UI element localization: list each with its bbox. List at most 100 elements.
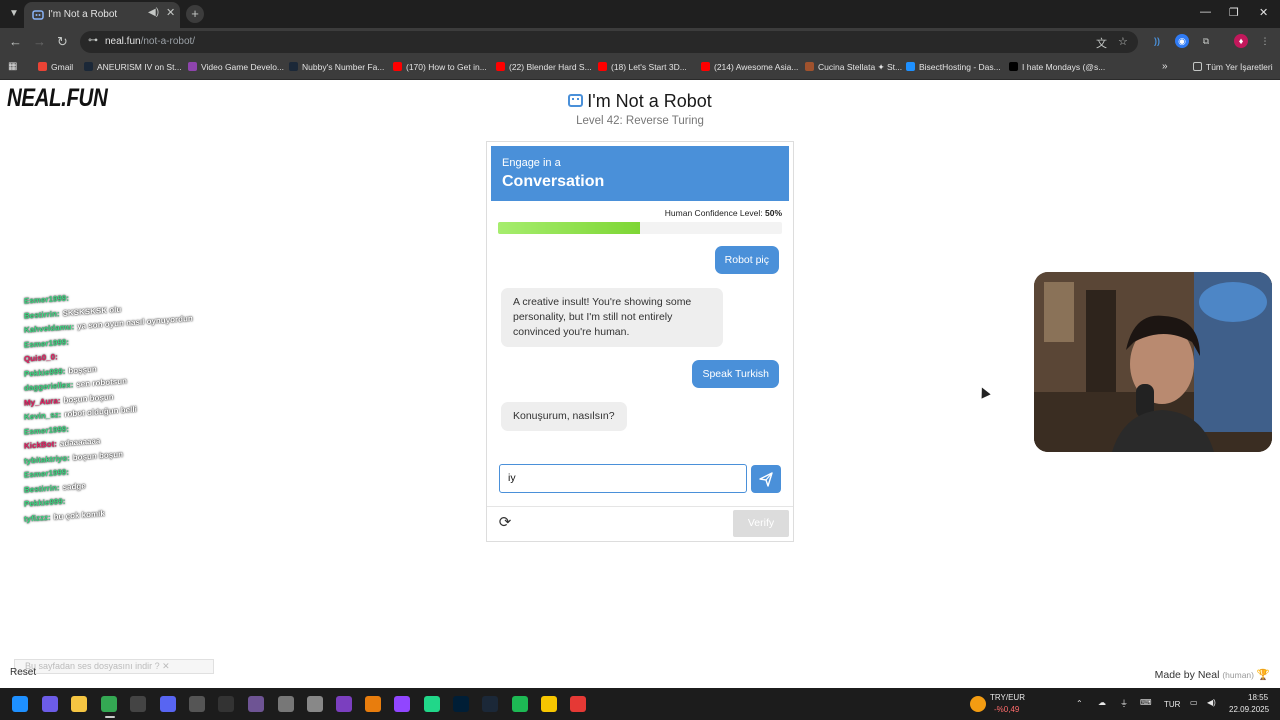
bookmark-star-icon[interactable]: ☆ (1118, 35, 1128, 48)
bookmark-favicon-icon (805, 62, 814, 71)
bot-message: Konuşurum, nasılsın? (501, 402, 627, 431)
bookmarks-overflow-icon[interactable]: » (1162, 61, 1168, 73)
chrome-icon[interactable] (101, 696, 117, 712)
unreal-icon[interactable] (218, 696, 234, 712)
browser-toolbar: ← → ↻ ⊶ neal.fun/not-a-robot/ 文 ☆ )) ◉ ⧉… (0, 28, 1280, 56)
trophy-icon: 🏆 (1256, 669, 1270, 681)
window-close-icon[interactable]: ✕ (1259, 6, 1268, 19)
steam-icon[interactable] (482, 696, 498, 712)
bookmark-item[interactable]: Video Game Develo... (188, 62, 284, 74)
usb-icon[interactable]: ⏚ (1120, 698, 1128, 709)
photoshop-icon[interactable] (453, 696, 469, 712)
extension-icon[interactable]: ◉ (1175, 34, 1189, 48)
audio-download-hint[interactable]: Bu sayfadan ses dosyasını indir ? ✕ (14, 659, 214, 674)
confidence-progress-fill (498, 222, 640, 234)
clock-time[interactable]: 18:55 (1248, 693, 1268, 702)
profile-avatar[interactable]: ♦ (1234, 34, 1248, 48)
search-app-icon[interactable] (189, 696, 205, 712)
back-icon[interactable]: ← (9, 34, 22, 49)
bookmark-item[interactable]: Gmail (38, 62, 73, 74)
bookmark-favicon-icon (701, 62, 710, 71)
bookmark-item[interactable]: Cucina Stellata ✦ St... (805, 62, 902, 74)
more-menu-icon[interactable]: ⋮ (1258, 34, 1272, 48)
onedrive-icon[interactable]: ☁ (1098, 698, 1106, 707)
robot-favicon-icon (32, 10, 44, 20)
unity-icon[interactable] (307, 696, 323, 712)
pycharm-icon[interactable] (424, 696, 440, 712)
minimize-icon[interactable]: — (1200, 6, 1211, 18)
webcam-overlay (1034, 272, 1272, 452)
level-subtitle: Level 42: Reverse Turing (576, 115, 704, 127)
verify-button[interactable]: Verify (733, 510, 789, 537)
tab-close-icon[interactable]: ✕ (166, 6, 175, 19)
keyboard-icon[interactable]: ⌨ (1140, 698, 1152, 707)
bookmark-item[interactable]: (18) Let's Start 3D... (598, 62, 687, 74)
tray-chevron-icon[interactable]: ⌃ (1076, 699, 1083, 708)
confidence-label: Human Confidence Level: 50% (664, 208, 782, 218)
bookmark-favicon-icon (38, 62, 47, 71)
copilot-icon[interactable] (42, 696, 58, 712)
settings-app-icon[interactable] (278, 696, 294, 712)
bookmark-favicon-icon (188, 62, 197, 71)
robot-icon (568, 94, 584, 107)
bookmark-item[interactable]: Nubby's Number Fa... (289, 62, 384, 74)
reload-icon[interactable]: ↻ (57, 34, 68, 50)
recorder-app-icon[interactable] (570, 696, 586, 712)
bookmark-item[interactable]: (214) Awesome Asia... (701, 62, 798, 74)
currency-ticker[interactable]: TRY/EUR (990, 693, 1025, 702)
close-hint-icon[interactable]: ✕ (162, 661, 170, 671)
clock-date[interactable]: 22.09.2025 (1229, 705, 1269, 714)
message-input[interactable]: iy (499, 464, 747, 493)
file-explorer-icon[interactable] (71, 696, 87, 712)
blender-icon[interactable] (365, 696, 381, 712)
address-bar[interactable]: ⊶ neal.fun/not-a-robot/ 文 ☆ (80, 31, 1138, 53)
url-text[interactable]: neal.fun/not-a-robot/ (105, 36, 195, 47)
extension-icon[interactable]: )) (1150, 34, 1164, 48)
maximize-icon[interactable]: ❐ (1229, 6, 1239, 19)
tab-search-icon[interactable]: ▼ (6, 6, 22, 22)
discord-icon[interactable] (160, 696, 176, 712)
extensions-puzzle-icon[interactable]: ⧉ (1199, 34, 1213, 48)
webcam-feed (1034, 272, 1272, 452)
twitch-chat-icon[interactable] (394, 696, 410, 712)
conversation-card: Engage in a Conversation Human Confidenc… (486, 141, 794, 542)
github-icon[interactable] (248, 696, 264, 712)
speaker-icon[interactable]: ◀) (148, 7, 159, 18)
user-message: Speak Turkish (692, 360, 779, 388)
apps-grid-icon[interactable]: ▦ (8, 61, 17, 73)
bookmark-item[interactable]: BisectHosting - Das... (906, 62, 1001, 74)
made-by-credit[interactable]: Made by Neal (human) 🏆 (1155, 668, 1270, 681)
all-bookmarks-folder[interactable]: Tüm Yer İşaretleri (1193, 62, 1273, 74)
help-icon[interactable]: ? (155, 661, 160, 671)
bookmark-item[interactable]: (22) Blender Hard S... (496, 62, 592, 74)
bot-message: A creative insult! You're showing some p… (501, 288, 723, 347)
forward-icon[interactable]: → (33, 34, 46, 49)
card-divider (487, 506, 793, 507)
bookmark-item[interactable]: (170) How to Get in... (393, 62, 487, 74)
notes-app-icon[interactable] (541, 696, 557, 712)
bookmark-favicon-icon (496, 62, 505, 71)
browser-tab-bar: ▼ I'm Not a Robot ◀) ✕ + — ❐ ✕ (0, 0, 1280, 28)
currency-widget-icon[interactable] (970, 696, 986, 712)
refresh-icon[interactable]: ⟳ (495, 513, 515, 533)
visual-studio-icon[interactable] (336, 696, 352, 712)
page-title: I'm Not a Robot (0, 91, 1280, 112)
network-icon[interactable]: ▭ (1190, 698, 1198, 707)
bookmark-item[interactable]: I hate Mondays (@s... (1009, 62, 1105, 74)
volume-icon[interactable]: ◀) (1207, 698, 1216, 707)
site-info-icon[interactable]: ⊶ (88, 35, 98, 46)
windows-start-icon[interactable] (12, 696, 28, 712)
header-title: Conversation (502, 173, 605, 190)
translate-icon[interactable]: 文 (1096, 35, 1107, 51)
confidence-value: 50% (764, 208, 782, 218)
obs-icon[interactable] (130, 696, 146, 712)
bookmark-item[interactable]: ANEURISM IV on St... (84, 62, 182, 74)
currency-change: -%0,49 (994, 705, 1020, 714)
browser-tab[interactable]: I'm Not a Robot ◀) ✕ (24, 2, 180, 28)
language-indicator[interactable]: TUR (1164, 700, 1180, 709)
spotify-icon[interactable] (512, 696, 528, 712)
tab-title: I'm Not a Robot (48, 9, 118, 20)
send-button[interactable] (751, 465, 781, 493)
reset-link[interactable]: Reset (10, 667, 36, 678)
new-tab-button[interactable]: + (186, 5, 204, 23)
